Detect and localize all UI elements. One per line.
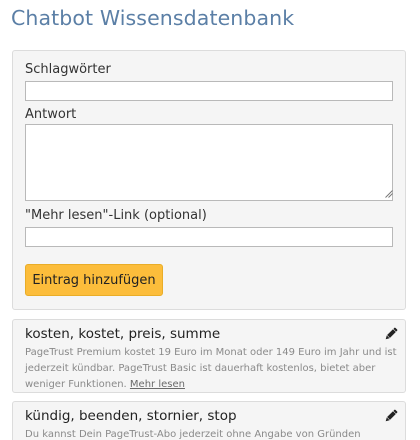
keywords-label: Schlagwörter	[25, 62, 111, 77]
entry-card: kündig, beenden, stornier, stop Du kanns…	[12, 401, 406, 440]
add-entry-form: Schlagwörter Antwort "Mehr lesen"-Link (…	[12, 50, 406, 310]
entry-answer-text: Du kannst Dein PageTrust-Abo jederzeit o…	[25, 429, 361, 440]
resize-grip-icon[interactable]	[385, 190, 393, 198]
entry-answer: Du kannst Dein PageTrust-Abo jederzeit o…	[25, 427, 397, 440]
entry-keywords: kosten, kostet, preis, summe	[25, 326, 221, 342]
keywords-input[interactable]	[25, 81, 393, 101]
answer-textarea[interactable]	[25, 124, 393, 201]
answer-label: Antwort	[25, 107, 77, 122]
entry-keywords: kündig, beenden, stornier, stop	[25, 408, 237, 424]
entry-card: kosten, kostet, preis, summe PageTrust P…	[12, 319, 406, 393]
pencil-icon[interactable]	[383, 408, 399, 424]
add-entry-button[interactable]: Eintrag hinzufügen	[25, 264, 163, 296]
entry-answer: PageTrust Premium kostet 19 Euro im Mona…	[25, 345, 397, 392]
page-title: Chatbot Wissensdatenbank	[11, 6, 295, 30]
pencil-icon[interactable]	[383, 326, 399, 342]
link-input[interactable]	[25, 227, 393, 247]
read-more-link[interactable]: Mehr lesen	[130, 379, 185, 390]
entry-answer-text: PageTrust Premium kostet 19 Euro im Mona…	[25, 347, 397, 390]
link-label: "Mehr lesen"-Link (optional)	[25, 208, 207, 223]
knowledge-base-page: Chatbot Wissensdatenbank Schlagwörter An…	[0, 0, 420, 440]
